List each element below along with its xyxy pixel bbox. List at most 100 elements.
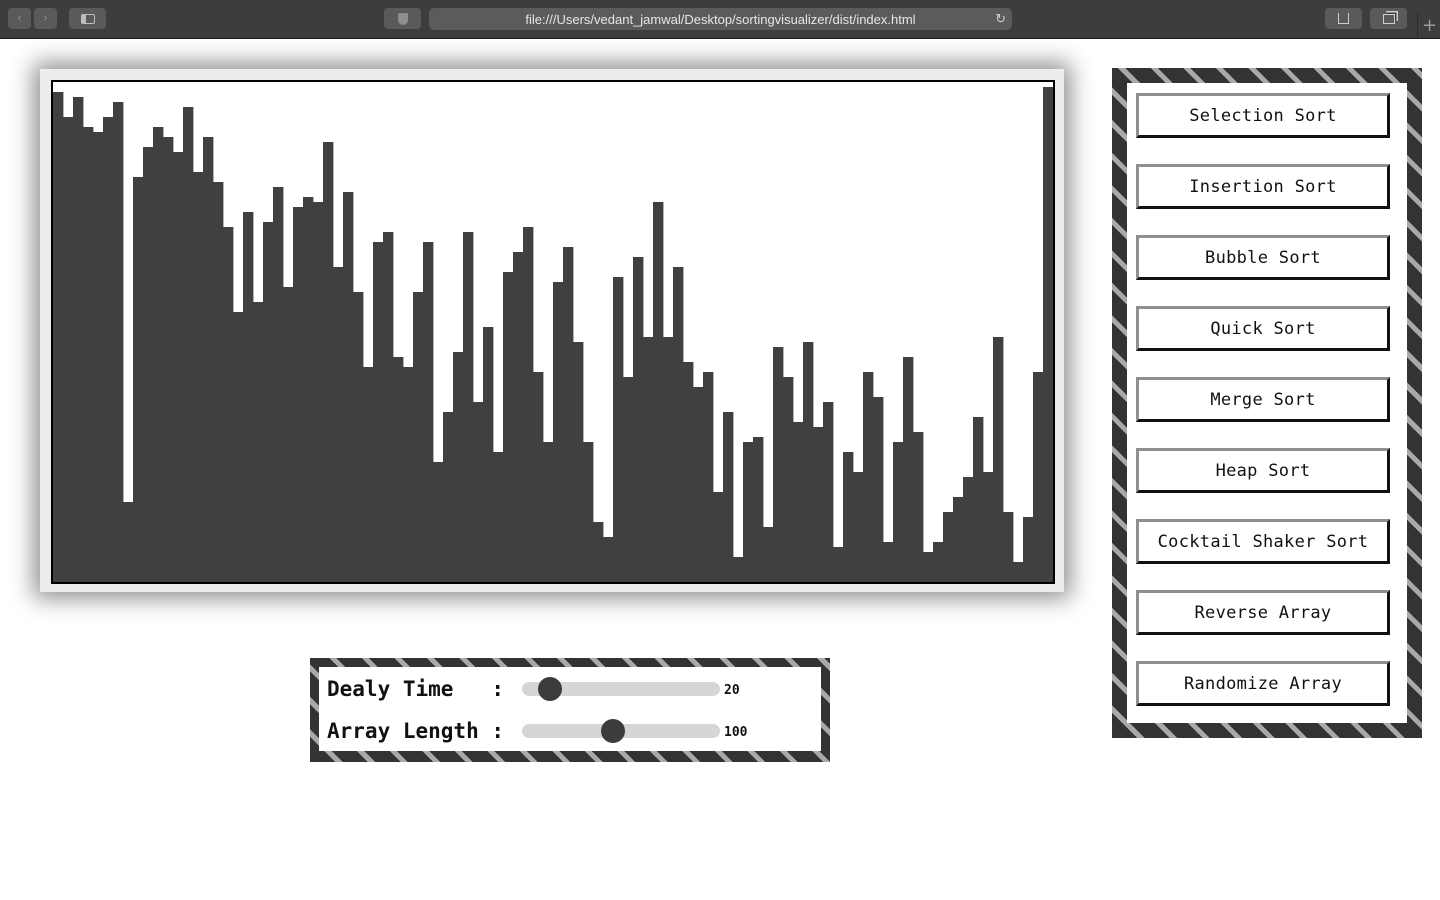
array-bar (263, 222, 274, 582)
array-bar (853, 472, 864, 582)
array-bar (93, 132, 104, 582)
array-bar (793, 422, 804, 582)
array-bar (123, 502, 134, 582)
array-bar (753, 437, 764, 582)
array-bar (423, 242, 434, 582)
new-tab-button[interactable]: + (1417, 12, 1440, 38)
array-bar (523, 227, 534, 582)
array-length-slider[interactable] (522, 719, 720, 743)
array-bar (153, 127, 164, 582)
array-bar (813, 427, 824, 582)
selection-sort-button[interactable]: Selection Sort (1136, 93, 1390, 138)
array-bar (583, 442, 594, 582)
array-bar (433, 462, 444, 582)
controls-panel-body: Dealy Time : 20 Array Length : 100 (319, 667, 821, 751)
array-bar (963, 477, 974, 582)
array-bar (413, 292, 424, 582)
array-bar (443, 412, 454, 582)
array-bar (233, 312, 244, 582)
array-bar (883, 542, 894, 582)
array-bar (463, 232, 474, 582)
delay-time-value: 20 (724, 683, 740, 698)
array-bar (873, 397, 884, 582)
array-bar (483, 327, 494, 582)
sidebar-toggle-button[interactable] (69, 8, 106, 29)
quick-sort-button[interactable]: Quick Sort (1136, 306, 1390, 351)
array-bar (193, 172, 204, 582)
array-bar (833, 547, 844, 582)
reverse-array-button[interactable]: Reverse Array (1136, 590, 1390, 635)
array-bar (663, 337, 674, 582)
array-bar (563, 247, 574, 582)
address-bar[interactable]: file:///Users/vedant_jamwal/Desktop/sort… (429, 8, 1012, 30)
array-bar (783, 377, 794, 582)
array-bar (183, 107, 194, 582)
array-bar (693, 387, 704, 582)
back-button[interactable]: ‹ (8, 8, 31, 29)
array-bar (1013, 562, 1024, 582)
array-bars (53, 87, 1053, 582)
array-length-slider-thumb[interactable] (601, 719, 626, 743)
array-bar (473, 402, 484, 582)
array-bar (933, 542, 944, 582)
array-bar (643, 337, 654, 582)
insertion-sort-button[interactable]: Insertion Sort (1136, 164, 1390, 209)
array-bar (313, 202, 324, 582)
array-bar (713, 492, 724, 582)
array-bar (543, 442, 554, 582)
array-bar (493, 452, 504, 582)
array-bar (503, 272, 514, 582)
array-bar (393, 357, 404, 582)
merge-sort-button[interactable]: Merge Sort (1136, 377, 1390, 422)
array-bar (53, 92, 64, 582)
array-bar (103, 117, 114, 582)
randomize-array-button[interactable]: Randomize Array (1136, 661, 1390, 706)
array-bar (623, 377, 634, 582)
array-bar (633, 257, 644, 582)
array-bar (513, 252, 524, 582)
array-bar (173, 152, 184, 582)
array-bar (243, 212, 254, 582)
array-bar (683, 362, 694, 582)
array-bar (1043, 87, 1053, 582)
delay-time-label: Dealy Time : (327, 677, 505, 701)
array-bar (993, 337, 1004, 582)
heap-sort-button[interactable]: Heap Sort (1136, 448, 1390, 493)
cocktail-shaker-sort-button[interactable]: Cocktail Shaker Sort (1136, 519, 1390, 564)
array-bar (383, 232, 394, 582)
array-bar (223, 227, 234, 582)
tabs-icon (1382, 13, 1395, 24)
bubble-sort-button[interactable]: Bubble Sort (1136, 235, 1390, 280)
array-bar (803, 342, 814, 582)
array-bar (903, 357, 914, 582)
delay-time-slider-thumb[interactable] (537, 677, 562, 701)
plus-icon: + (1421, 14, 1438, 36)
array-bar (73, 97, 84, 582)
forward-button[interactable]: › (34, 8, 57, 29)
delay-time-slider[interactable] (522, 677, 720, 701)
array-bar (533, 372, 544, 582)
array-bar (593, 522, 604, 582)
browser-toolbar: ‹ › file:///Users/vedant_jamwal/Desktop/… (0, 0, 1440, 39)
array-bar (453, 352, 464, 582)
array-bar (973, 417, 984, 582)
array-bar (163, 137, 174, 582)
tab-overview-button[interactable] (1370, 8, 1407, 29)
array-bar (553, 282, 564, 582)
array-bar (203, 137, 214, 582)
share-button[interactable] (1325, 8, 1362, 29)
array-bar (63, 117, 74, 582)
controls-panel: Dealy Time : 20 Array Length : 100 (310, 658, 830, 762)
array-length-value: 100 (724, 725, 748, 740)
array-bar (373, 242, 384, 582)
array-bar (83, 127, 94, 582)
array-bar (733, 557, 744, 582)
url-text: file:///Users/vedant_jamwal/Desktop/sort… (525, 11, 916, 27)
reload-icon[interactable]: ↻ (995, 11, 1006, 27)
privacy-report-button[interactable] (384, 8, 421, 29)
array-bar (343, 192, 354, 582)
sidebar-icon (80, 13, 95, 24)
array-bar (953, 497, 964, 582)
array-bar (823, 402, 834, 582)
algorithm-panel: Selection Sort Insertion Sort Bubble Sor… (1112, 68, 1422, 738)
